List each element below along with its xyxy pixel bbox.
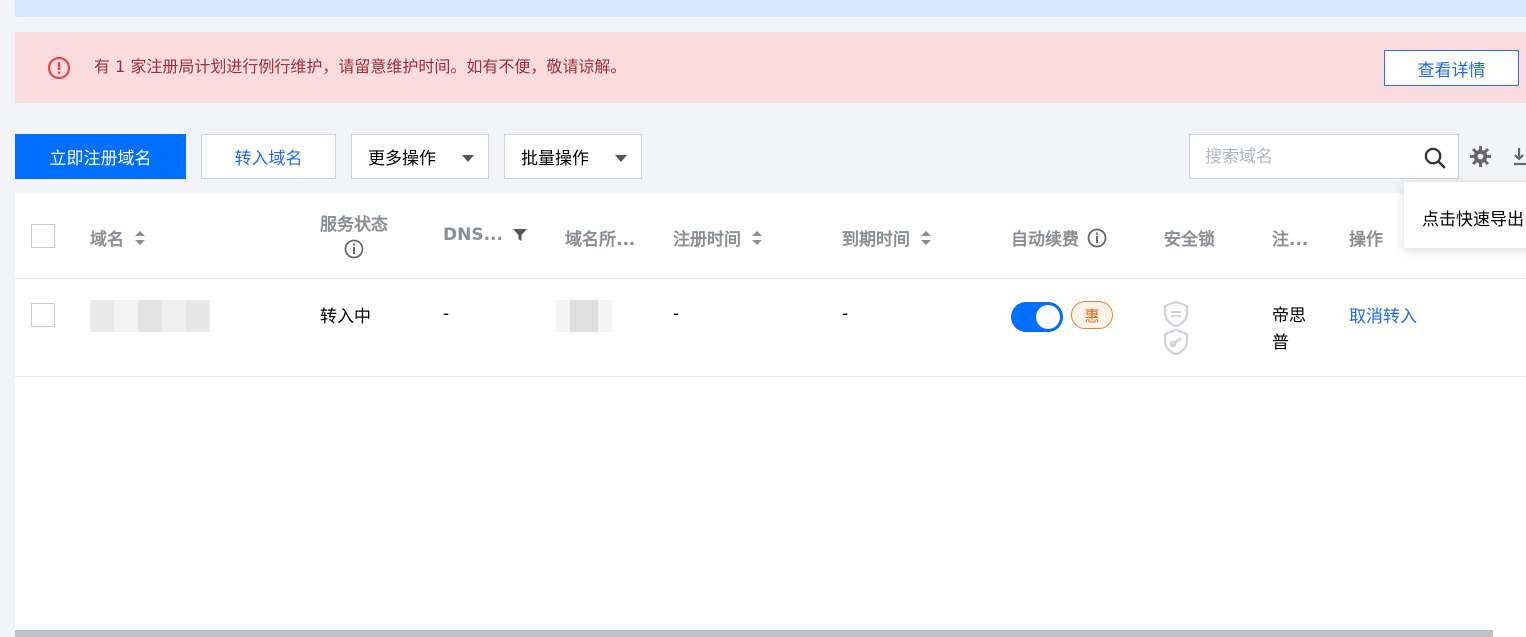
maintenance-alert: 有 1 家注册局计划进行例行维护，请留意维护时间。如有不便，敬请谅解。 查看详情 <box>15 32 1526 103</box>
col-register-time[interactable]: 注册时间 <box>673 225 763 250</box>
horizontal-scrollbar[interactable] <box>15 630 1493 637</box>
info-icon[interactable] <box>1087 228 1107 248</box>
row-checkbox[interactable] <box>31 303 55 327</box>
col-dns-label: DNS... <box>443 225 503 245</box>
col-registrar: 注... <box>1272 225 1308 250</box>
col-expire-time[interactable]: 到期时间 <box>842 225 932 250</box>
col-actions: 操作 <box>1349 225 1383 250</box>
promo-badge[interactable]: 惠 <box>1071 301 1113 329</box>
caret-down-icon <box>615 155 627 162</box>
registrar-line2: 普 <box>1272 333 1289 353</box>
domain-table: 域名 服务状态 DNS... 域名所... 注册时间 到期时间 自动续费 安全锁… <box>15 193 1526 637</box>
sort-icon[interactable] <box>751 230 763 245</box>
filter-icon[interactable] <box>512 228 527 242</box>
col-expire-time-label: 到期时间 <box>842 230 910 250</box>
download-icon[interactable] <box>1513 146 1526 168</box>
cancel-transfer-link[interactable]: 取消转入 <box>1349 302 1417 327</box>
batch-actions-label: 批量操作 <box>521 149 589 169</box>
more-actions-dropdown[interactable]: 更多操作 <box>351 134 489 179</box>
view-details-button[interactable]: 查看详情 <box>1384 50 1519 86</box>
col-service-status: 服务状态 <box>320 210 388 259</box>
register-domain-button[interactable]: 立即注册域名 <box>15 134 186 179</box>
auto-renew-toggle[interactable] <box>1011 302 1063 332</box>
col-domain-owner-label: 域名所... <box>565 230 636 250</box>
col-auto-renew-label: 自动续费 <box>1011 230 1079 250</box>
shield-lock-icon[interactable] <box>1163 329 1189 355</box>
batch-actions-dropdown[interactable]: 批量操作 <box>504 134 642 179</box>
select-all-checkbox[interactable] <box>31 224 55 248</box>
col-security-lock-label: 安全锁 <box>1164 230 1215 250</box>
expire-time: - <box>842 304 849 324</box>
export-tooltip: 点击快速导出 <box>1404 182 1526 248</box>
alert-circle-icon <box>47 56 71 80</box>
alert-message: 有 1 家注册局计划进行例行维护，请留意维护时间。如有不便，敬请谅解。 <box>94 57 627 76</box>
top-info-banner <box>15 0 1526 17</box>
col-domain[interactable]: 域名 <box>90 225 146 250</box>
sort-icon[interactable] <box>920 230 932 245</box>
domain-name-redacted <box>90 300 210 332</box>
caret-down-icon <box>462 155 474 162</box>
dns-value: - <box>443 304 450 324</box>
gear-icon[interactable] <box>1469 145 1492 168</box>
sort-icon[interactable] <box>134 230 146 245</box>
search-input[interactable] <box>1190 135 1416 178</box>
col-auto-renew: 自动续费 <box>1011 225 1107 250</box>
domain-owner-redacted <box>556 300 612 332</box>
shield-lock-icon[interactable] <box>1163 301 1189 327</box>
registrar-line1: 帝思 <box>1272 306 1306 326</box>
col-service-status-label: 服务状态 <box>320 215 388 235</box>
register-time: - <box>673 304 680 324</box>
transfer-domain-button[interactable]: 转入域名 <box>201 134 336 179</box>
col-register-time-label: 注册时间 <box>673 230 741 250</box>
col-domain-label: 域名 <box>90 230 124 250</box>
service-status: 转入中 <box>320 307 371 327</box>
search-icon[interactable] <box>1423 146 1446 169</box>
col-registrar-label: 注... <box>1272 230 1309 250</box>
more-actions-label: 更多操作 <box>368 149 436 169</box>
col-dns[interactable]: DNS... <box>443 225 527 245</box>
tooltip-text: 点击快速导出 <box>1422 210 1524 230</box>
col-security-lock: 安全锁 <box>1164 225 1215 250</box>
table-header: 域名 服务状态 DNS... 域名所... 注册时间 到期时间 自动续费 安全锁… <box>15 193 1526 279</box>
toggle-knob <box>1036 305 1060 329</box>
col-domain-owner: 域名所... <box>565 225 635 250</box>
col-actions-label: 操作 <box>1349 230 1383 250</box>
table-row: 转入中 - - - 惠 帝思 普 取消转入 <box>15 280 1526 377</box>
info-icon[interactable] <box>344 239 364 259</box>
search-box <box>1189 134 1459 179</box>
